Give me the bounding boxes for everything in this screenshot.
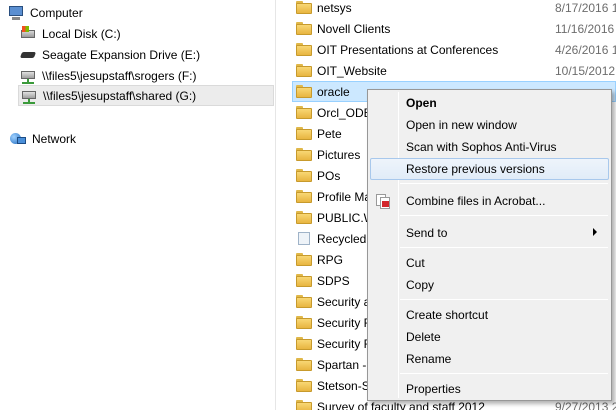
folder-icon (296, 358, 312, 371)
nav-item-srogers-drive[interactable]: \\files5\jesupstaff\srogers (F:) (20, 65, 270, 86)
menu-separator (400, 183, 608, 184)
menu-separator (400, 373, 608, 374)
folder-icon (296, 379, 312, 392)
menu-item-scan-sophos[interactable]: Scan with Sophos Anti-Virus (370, 136, 609, 158)
external-drive-icon (19, 47, 37, 63)
computer-icon (8, 5, 24, 21)
menu-item-open-new-window[interactable]: Open in new window (370, 114, 609, 136)
list-item[interactable]: OIT_Website 10/15/2012 (277, 60, 616, 81)
folder-icon (296, 64, 312, 77)
menu-item-label: Combine files in Acrobat... (406, 194, 546, 208)
folder-icon (296, 22, 312, 35)
network-drive-icon (20, 68, 36, 84)
folder-icon (296, 253, 312, 266)
list-item[interactable]: netsys 8/17/2016 1 (277, 0, 616, 18)
menu-item-restore-previous-versions[interactable]: Restore previous versions (370, 158, 609, 180)
list-item[interactable]: Novell Clients 11/16/2016 (277, 18, 616, 39)
folder-icon (296, 274, 312, 287)
nav-item-label: \\files5\jesupstaff\srogers (F:) (42, 68, 197, 83)
menu-item-copy[interactable]: Copy (370, 274, 609, 296)
nav-item-local-disk[interactable]: Local Disk (C:) (20, 23, 270, 44)
folder-icon (296, 43, 312, 56)
folder-icon (296, 211, 312, 224)
folder-icon (296, 148, 312, 161)
network-icon (10, 131, 26, 147)
nav-item-label: Computer (30, 5, 83, 20)
nav-item-label: Local Disk (C:) (42, 26, 121, 41)
menu-item-cut[interactable]: Cut (370, 252, 609, 274)
nav-item-computer[interactable]: Computer (8, 2, 268, 23)
nav-item-label: Seagate Expansion Drive (E:) (42, 47, 201, 62)
menu-item-send-to[interactable]: Send to (370, 222, 609, 244)
menu-item-combine-acrobat[interactable]: Combine files in Acrobat... (370, 190, 609, 212)
folder-icon (296, 106, 312, 119)
nav-item-label: Network (32, 131, 77, 146)
folder-icon (296, 1, 312, 14)
menu-item-properties[interactable]: Properties (370, 378, 609, 400)
acrobat-icon (375, 193, 391, 209)
context-menu: Open Open in new window Scan with Sophos… (367, 89, 612, 401)
menu-item-label: Send to (406, 226, 448, 240)
folder-icon (296, 169, 312, 182)
nav-item-seagate-drive[interactable]: Seagate Expansion Drive (E:) (19, 44, 270, 65)
folder-icon (296, 85, 312, 98)
local-disk-icon (20, 25, 36, 42)
menu-separator (400, 299, 608, 300)
folder-icon (296, 295, 312, 308)
menu-separator (400, 215, 608, 216)
navigation-pane: Computer Local Disk (C:) Seagate Expansi… (0, 0, 276, 410)
folder-icon (296, 337, 312, 350)
submenu-arrow-icon (593, 228, 597, 236)
menu-item-open[interactable]: Open (370, 92, 609, 114)
menu-item-create-shortcut[interactable]: Create shortcut (370, 304, 609, 326)
menu-item-rename[interactable]: Rename (370, 348, 609, 370)
network-drive-icon (21, 88, 37, 104)
folder-icon (296, 316, 312, 329)
menu-separator (400, 247, 608, 248)
nav-item-label: \\files5\jesupstaff\shared (G:) (43, 88, 197, 103)
nav-item-shared-drive[interactable]: \\files5\jesupstaff\shared (G:) (18, 85, 274, 106)
list-item[interactable]: OIT Presentations at Conferences 4/26/201… (277, 39, 616, 60)
folder-icon (296, 400, 312, 410)
nav-item-network[interactable]: Network (10, 128, 260, 149)
menu-item-delete[interactable]: Delete (370, 326, 609, 348)
folder-icon (296, 190, 312, 203)
recycle-icon (296, 232, 312, 245)
folder-icon (296, 127, 312, 140)
